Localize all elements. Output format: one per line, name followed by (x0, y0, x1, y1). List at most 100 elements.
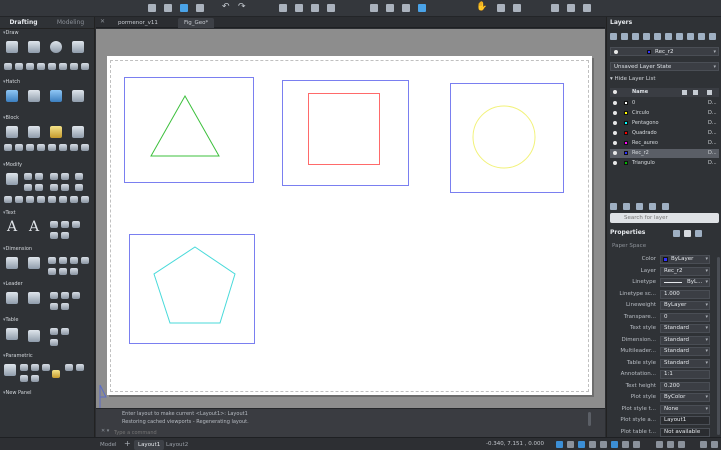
mtext-tool-icon[interactable]: A (29, 219, 39, 235)
table-tool-icon[interactable] (6, 328, 18, 340)
block-small-7-icon[interactable] (70, 144, 78, 151)
leader-small-5-icon[interactable] (61, 303, 69, 310)
layer-previous-icon[interactable] (687, 33, 694, 40)
property-value[interactable]: Standard ▾ (660, 324, 710, 333)
panel-title-leader[interactable]: Leader (0, 280, 95, 289)
polyline-tool-icon[interactable] (28, 41, 40, 53)
publish-icon[interactable] (311, 4, 319, 12)
layer-row[interactable]: Quadrado D... (610, 129, 719, 138)
command-scrollbar[interactable] (588, 412, 591, 426)
lengthen-tool-icon[interactable] (59, 196, 67, 203)
property-value[interactable]: Layout1 (660, 416, 710, 425)
leader-small-3-icon[interactable] (72, 292, 80, 299)
property-value[interactable]: 1.000 (660, 289, 710, 299)
line-tool-icon[interactable] (6, 41, 18, 53)
block-small-4-icon[interactable] (37, 144, 45, 151)
param-small-2-icon[interactable] (31, 364, 39, 371)
layer-color-swatch[interactable] (624, 161, 628, 165)
layer-freeze-icon[interactable] (654, 33, 661, 40)
chamfer-tool-icon[interactable] (75, 184, 83, 191)
rectangle-tool-icon[interactable] (72, 41, 84, 53)
toggle-pickadd-icon[interactable] (684, 230, 691, 237)
block-small-3-icon[interactable] (26, 144, 34, 151)
visibility-bulb-icon[interactable] (613, 151, 617, 155)
param-small-1-icon[interactable] (20, 364, 28, 371)
layer-walk-icon[interactable] (698, 33, 705, 40)
boundary-tool-icon[interactable] (50, 90, 62, 102)
block-small-1-icon[interactable] (4, 144, 12, 151)
panel-title-dimension[interactable]: Dimension (0, 245, 95, 254)
tab-layout2[interactable]: Layout2 (162, 440, 192, 450)
saveas-icon[interactable] (196, 4, 204, 12)
table-small-1-icon[interactable] (50, 328, 58, 335)
link-icon[interactable] (418, 4, 426, 12)
layer-row[interactable]: Rec_aureo D... (610, 139, 719, 148)
visibility-bulb-icon[interactable] (613, 111, 617, 115)
properties-scrollbar[interactable] (717, 257, 720, 435)
zoom-icon[interactable] (497, 4, 505, 12)
block-small-8-icon[interactable] (81, 144, 89, 151)
create-block-icon[interactable] (28, 126, 40, 138)
set-current-icon[interactable] (662, 203, 669, 210)
table-small-3-icon[interactable] (50, 339, 58, 346)
dim-small-5-icon[interactable] (48, 268, 56, 275)
layer-match-icon[interactable] (676, 33, 683, 40)
visibility-bulb-icon[interactable] (613, 101, 617, 105)
attribute-block-icon[interactable] (72, 126, 84, 138)
new-vp-layer-icon[interactable] (623, 203, 630, 210)
text-small-4-icon[interactable] (50, 232, 58, 239)
layer-merge-icon[interactable] (709, 33, 716, 40)
layer-color-swatch[interactable] (624, 151, 628, 155)
edit-block-icon[interactable] (50, 126, 62, 138)
quick-select-icon[interactable] (673, 230, 680, 237)
layer-unisolate-icon[interactable] (632, 33, 639, 40)
pan-icon[interactable]: ✋ (476, 3, 487, 12)
layer-isolate-icon[interactable] (621, 33, 628, 40)
leader-tool-icon[interactable] (28, 292, 40, 304)
panel-title-draw[interactable]: Draw (0, 29, 95, 38)
text-tool-icon[interactable]: A (7, 219, 17, 235)
block-small-5-icon[interactable] (48, 144, 56, 151)
gradient-tool-icon[interactable] (28, 90, 40, 102)
polar-icon[interactable] (589, 441, 596, 448)
fillet-tool-icon[interactable] (75, 173, 83, 180)
cut-icon[interactable] (370, 4, 378, 12)
property-value[interactable]: Standard ▾ (660, 358, 710, 368)
open-icon[interactable] (164, 4, 172, 12)
add-layout-icon[interactable]: + (124, 439, 131, 448)
text-small-3-icon[interactable] (72, 221, 80, 228)
copy-tool-icon[interactable] (35, 173, 43, 180)
panel-title-block[interactable]: Block (0, 114, 95, 123)
undo-icon[interactable]: ↶ (222, 3, 230, 12)
new-layer-icon[interactable] (610, 203, 617, 210)
hatch-tool-icon[interactable] (6, 90, 18, 102)
block-small-2-icon[interactable] (15, 144, 23, 151)
align-tool-icon[interactable] (70, 196, 78, 203)
array-tool-icon[interactable] (26, 196, 34, 203)
layer-color-swatch[interactable] (624, 111, 628, 115)
select-objects-icon[interactable] (695, 230, 702, 237)
current-layer-select[interactable]: Rec_r2 ▾ (610, 47, 719, 56)
layer-off-icon[interactable] (643, 33, 650, 40)
aligned-dim-icon[interactable] (28, 257, 40, 269)
panel-title-modify[interactable]: Modify (0, 161, 95, 170)
param-small-5-icon[interactable] (76, 364, 84, 371)
layer-color-swatch[interactable] (624, 131, 628, 135)
ortho-icon[interactable] (578, 441, 585, 448)
new-group-icon[interactable] (636, 203, 643, 210)
join-tool-icon[interactable] (48, 196, 56, 203)
fullscreen-icon[interactable] (700, 441, 707, 448)
property-value[interactable]: Standard ▾ (660, 335, 710, 345)
leader-small-1-icon[interactable] (50, 292, 58, 299)
transparency-icon[interactable] (633, 441, 640, 448)
property-value[interactable]: ByLayer ▾ (660, 301, 710, 310)
dim-small-7-icon[interactable] (70, 268, 78, 275)
rotate-tool-icon[interactable] (24, 173, 32, 180)
paste-icon[interactable] (386, 4, 394, 12)
plot-icon[interactable] (279, 4, 287, 12)
panel-title-table[interactable]: Table (0, 316, 95, 325)
command-close-icon[interactable]: ✕ ▾ (101, 428, 109, 434)
leader-small-2-icon[interactable] (61, 292, 69, 299)
pedit-tool-icon[interactable] (81, 196, 89, 203)
arc-tool-icon[interactable] (4, 63, 12, 70)
